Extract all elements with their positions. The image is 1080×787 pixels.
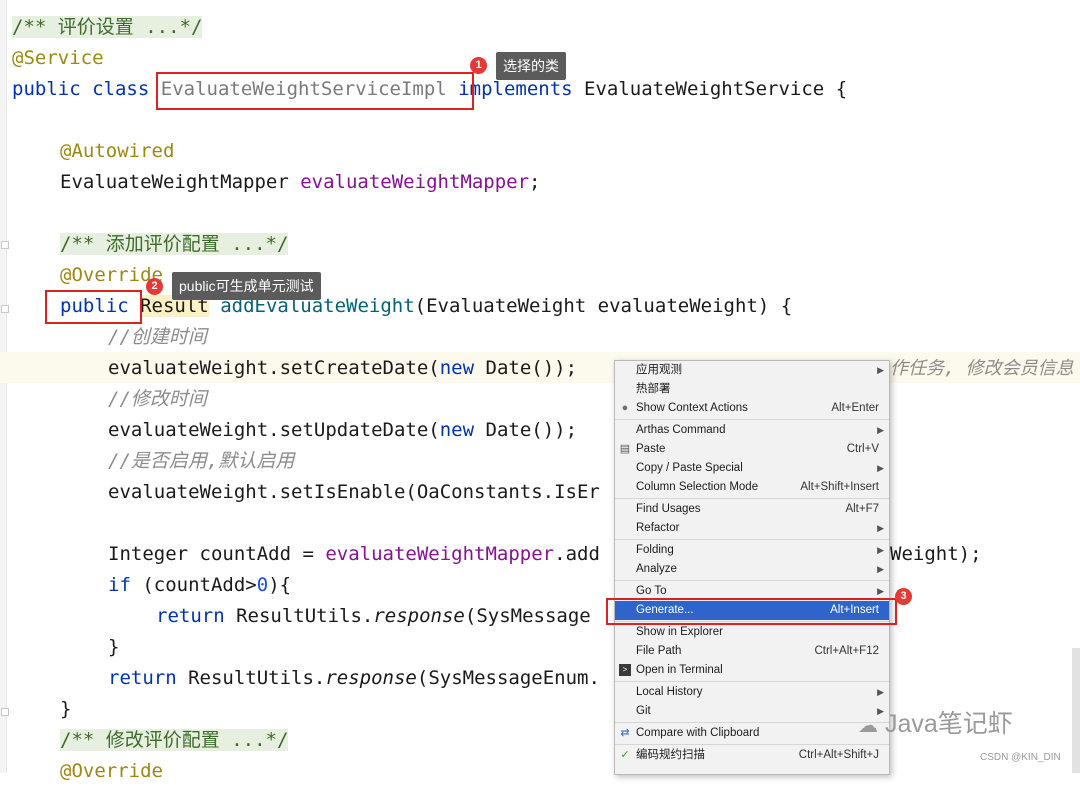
menu-item-column-selection-mode[interactable]: Column Selection Mode Alt+Shift+Insert xyxy=(615,478,889,497)
code-line: @Autowired xyxy=(60,140,175,162)
step-badge-3: 3 xyxy=(895,588,912,605)
tooltip-public-unit-test: public可生成单元测试 xyxy=(172,272,321,300)
chevron-right-icon: ▶ xyxy=(877,463,884,473)
chevron-right-icon: ▶ xyxy=(877,687,884,697)
code-line: //修改时间 xyxy=(108,388,207,410)
menu-item-folding[interactable]: Folding ▶ xyxy=(615,541,889,560)
code-line: //创建时间 xyxy=(108,326,207,348)
watermark-source: CSDN @KIN_DIN xyxy=(980,752,1061,763)
menu-item-paste[interactable]: ▤ Paste Ctrl+V xyxy=(615,440,889,459)
code-line: Integer countAdd = evaluateWeightMapper.… xyxy=(108,543,600,565)
menu-separator xyxy=(615,681,889,682)
code-line: return ResultUtils.response(SysMessage xyxy=(156,605,591,627)
fold-marker[interactable] xyxy=(1,305,9,313)
code-line: public Result addEvaluateWeight(Evaluate… xyxy=(60,295,793,317)
code-line: return ResultUtils.response(SysMessageEn… xyxy=(108,667,600,689)
menu-item-analyze[interactable]: Analyze ▶ xyxy=(615,560,889,579)
fold-marker[interactable] xyxy=(1,708,9,716)
chevron-right-icon: ▶ xyxy=(877,545,884,555)
editor-scrollbar[interactable] xyxy=(1072,648,1080,773)
menu-separator xyxy=(615,722,889,723)
menu-separator xyxy=(615,744,889,745)
menu-item-show-context-actions[interactable]: ● Show Context Actions Alt+Enter xyxy=(615,399,889,418)
menu-item-code-scan[interactable]: ✓ 编码规约扫描 Ctrl+Alt+Shift+J xyxy=(615,746,889,765)
code-line: EvaluateWeightMapper evaluateWeightMappe… xyxy=(60,171,541,193)
code-line: evaluateWeight.setCreateDate(new Date())… xyxy=(108,357,578,379)
menu-item-copy-paste-special[interactable]: Copy / Paste Special ▶ xyxy=(615,459,889,478)
code-line: /** 评价设置 ...*/ xyxy=(12,16,203,38)
code-line: } xyxy=(60,698,72,720)
menu-item-file-path[interactable]: File Path Ctrl+Alt+F12 xyxy=(615,642,889,661)
menu-item-app-observe[interactable]: 应用观测 ▶ xyxy=(615,361,889,380)
menu-item-git[interactable]: Git ▶ xyxy=(615,702,889,721)
menu-item-find-usages[interactable]: Find Usages Alt+F7 xyxy=(615,500,889,519)
menu-separator xyxy=(615,498,889,499)
terminal-icon: > xyxy=(619,664,631,676)
step-badge-2: 2 xyxy=(146,278,163,295)
menu-item-open-in-terminal[interactable]: > Open in Terminal xyxy=(615,661,889,680)
scan-icon: ✓ xyxy=(620,749,630,761)
class-highlight-box xyxy=(156,72,474,110)
chevron-right-icon: ▶ xyxy=(877,523,884,533)
public-highlight-box xyxy=(45,290,142,324)
code-line: /** 添加评价配置 ...*/ xyxy=(60,233,289,255)
code-line: evaluateWeight.setUpdateDate(new Date())… xyxy=(108,419,578,441)
menu-separator xyxy=(615,580,889,581)
compare-icon: ⇄ xyxy=(620,727,630,739)
generate-highlight-box xyxy=(606,598,897,625)
menu-separator xyxy=(615,539,889,540)
step-badge-1: 1 xyxy=(470,57,487,74)
wechat-icon: ☁ xyxy=(858,715,878,737)
chevron-right-icon: ▶ xyxy=(877,564,884,574)
menu-item-arthas-command[interactable]: Arthas Command ▶ xyxy=(615,421,889,440)
paste-icon: ▤ xyxy=(619,443,631,455)
code-line: } xyxy=(108,636,120,658)
inline-hint: 作任务, 修改会员信息 xyxy=(890,358,1074,379)
context-menu: 应用观测 ▶ 热部署 ● Show Context Actions Alt+Enter… xyxy=(614,360,890,775)
bulb-icon: ● xyxy=(621,402,629,414)
code-line: @Service xyxy=(12,47,104,69)
chevron-right-icon: ▶ xyxy=(877,425,884,435)
menu-item-show-in-explorer[interactable]: Show in Explorer xyxy=(615,623,889,642)
menu-item-local-history[interactable]: Local History ▶ xyxy=(615,683,889,702)
code-line: evaluateWeight.setIsEnable(OaConstants.I… xyxy=(108,481,600,503)
chevron-right-icon: ▶ xyxy=(877,365,884,375)
code-line: if (countAdd>0){ xyxy=(108,574,292,596)
menu-item-compare-with-clipboard[interactable]: ⇄ Compare with Clipboard xyxy=(615,724,889,743)
editor-gutter xyxy=(0,0,7,773)
code-line: @Override xyxy=(60,760,163,782)
code-line: //是否启用,默认启用 xyxy=(108,450,295,472)
tooltip-selected-class: 选择的类 xyxy=(496,52,566,80)
fold-marker[interactable] xyxy=(1,241,9,249)
code-line: /** 修改评价配置 ...*/ xyxy=(60,729,289,751)
code-line-tail: Weight); xyxy=(890,543,982,565)
menu-item-hot-deploy[interactable]: 热部署 xyxy=(615,380,889,399)
watermark-brand: ☁ Java笔记虾 xyxy=(858,710,1013,738)
menu-item-refactor[interactable]: Refactor ▶ xyxy=(615,519,889,538)
menu-separator xyxy=(615,419,889,420)
